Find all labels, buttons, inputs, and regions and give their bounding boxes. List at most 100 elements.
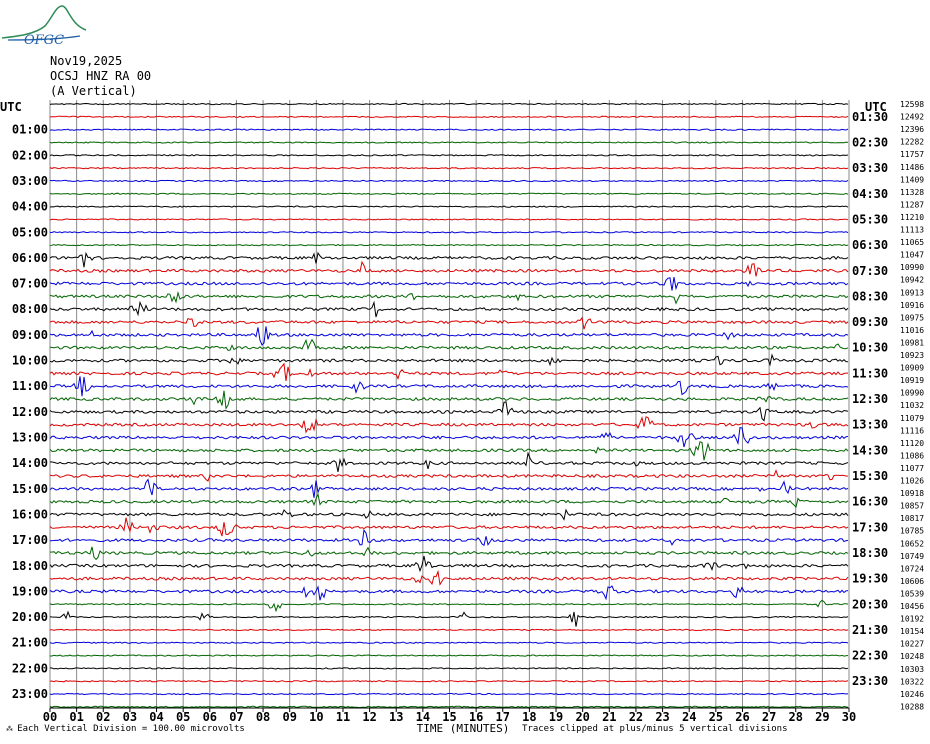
trace-value-label: 11409 [900,175,924,184]
x-tick-label: 18 [522,710,536,724]
trace-value-label: 10942 [900,276,924,285]
right-hour-label: 06:30 [852,238,888,252]
trace-value-label: 10303 [900,665,924,674]
trace-value-label: 10817 [900,514,924,523]
right-hour-label: 14:30 [852,443,888,457]
trace-value-label: 11757 [900,150,924,159]
x-tick-label: 09 [282,710,296,724]
left-hour-label: 02:00 [12,148,48,162]
right-hour-label: 20:30 [852,597,888,611]
x-tick-label: 00 [43,710,57,724]
trace-value-label: 10975 [900,313,924,322]
trace-value-label: 10909 [900,364,924,373]
right-hour-label: 03:30 [852,161,888,175]
trace-value-label: 11026 [900,477,924,486]
trace-value-label: 10456 [900,602,924,611]
trace-value-label: 10154 [900,627,924,636]
x-tick-label: 23 [655,710,669,724]
left-hour-label: 23:00 [12,687,48,701]
x-tick-label: 07 [229,710,243,724]
right-hour-label: 19:30 [852,572,888,586]
x-axis-title: TIME (MINUTES) [417,722,510,735]
left-hour-label: 18:00 [12,559,48,573]
trace-value-label: 11486 [900,163,924,172]
left-hour-label: 03:00 [12,174,48,188]
trace-value-label: 10785 [900,527,924,536]
right-hour-label: 08:30 [852,289,888,303]
left-hour-label: 11:00 [12,379,48,393]
trace-value-label: 12492 [900,113,924,122]
x-tick-label: 03 [123,710,137,724]
left-hour-label: 22:00 [12,661,48,675]
trace-value-label: 10990 [900,263,924,272]
right-hour-label: 10:30 [852,341,888,355]
trace-value-label: 10749 [900,552,924,561]
seismogram-svg: UTC UTC01:0002:0003:0004:0005:0006:0007:0… [0,100,924,735]
trace-value-label: 10981 [900,338,924,347]
left-hour-label: 01:00 [12,123,48,137]
right-hour-label: 05:30 [852,212,888,226]
trace-value-label: 12282 [900,138,924,147]
trace-value-label: 11086 [900,451,924,460]
x-tick-label: 05 [176,710,190,724]
right-hour-label: 07:30 [852,264,888,278]
x-tick-label: 08 [256,710,270,724]
helicorder-plot: OFGC Nov19,2025 OCSJ HNZ RA 00 (A Vertic… [0,0,930,744]
trace-value-label: 10192 [900,615,924,624]
right-hour-label: 13:30 [852,418,888,432]
x-tick-label: 22 [629,710,643,724]
trace-value-label: 10919 [900,376,924,385]
trace-42 [49,628,849,632]
left-hour-label: 19:00 [12,584,48,598]
left-hour-label: 21:00 [12,636,48,650]
x-tick-label: 26 [735,710,749,724]
vertical-division-note: ⁂ Each Vertical Division = 100.00 microv… [6,724,245,734]
trace-value-label: 11210 [900,213,924,222]
left-hour-label: 17:00 [12,533,48,547]
left-hour-label: 05:00 [12,225,48,239]
left-hour-label: 10:00 [12,354,48,368]
vertical-division-icon: ⁂ [6,725,18,733]
x-tick-label: 24 [682,710,696,724]
trace-value-label: 10652 [900,539,924,548]
x-tick-label: 21 [602,710,616,724]
left-utc-label: UTC [0,100,22,114]
trace-value-label: 10227 [900,640,924,649]
x-tick-label: 20 [575,710,589,724]
trace-value-label: 10539 [900,589,924,598]
right-hour-label: 23:30 [852,674,888,688]
x-tick-label: 06 [203,710,217,724]
trace-value-label: 12396 [900,125,924,134]
left-hour-label: 06:00 [12,251,48,265]
trace-value-label: 10606 [900,577,924,586]
left-hour-label: 07:00 [12,277,48,291]
left-hour-label: 20:00 [12,610,48,624]
trace-value-label: 10322 [900,677,924,686]
left-hour-label: 14:00 [12,456,48,470]
right-hour-label: 02:30 [852,135,888,149]
right-hour-label: 15:30 [852,469,888,483]
trace-value-label: 11032 [900,401,924,410]
trace-value-label: 10288 [900,702,924,711]
x-tick-label: 01 [69,710,83,724]
trace-value-label: 10916 [900,301,924,310]
right-hour-label: 04:30 [852,187,888,201]
trace-value-label: 10990 [900,389,924,398]
trace-value-label: 11287 [900,200,924,209]
right-hour-label: 09:30 [852,315,888,329]
left-hour-label: 08:00 [12,302,48,316]
x-tick-label: 25 [709,710,723,724]
trace-value-label: 11328 [900,188,924,197]
trace-value-label: 10913 [900,288,924,297]
right-hour-label: 17:30 [852,520,888,534]
x-tick-label: 02 [96,710,110,724]
trace-value-label: 11113 [900,226,924,235]
trace-value-label: 10246 [900,690,924,699]
trace-value-label: 11077 [900,464,924,473]
trace-value-label: 10857 [900,502,924,511]
right-hour-label: 01:30 [852,110,888,124]
right-hour-label: 18:30 [852,546,888,560]
right-hour-label: 22:30 [852,649,888,663]
left-hour-label: 15:00 [12,482,48,496]
x-tick-label: 19 [549,710,563,724]
